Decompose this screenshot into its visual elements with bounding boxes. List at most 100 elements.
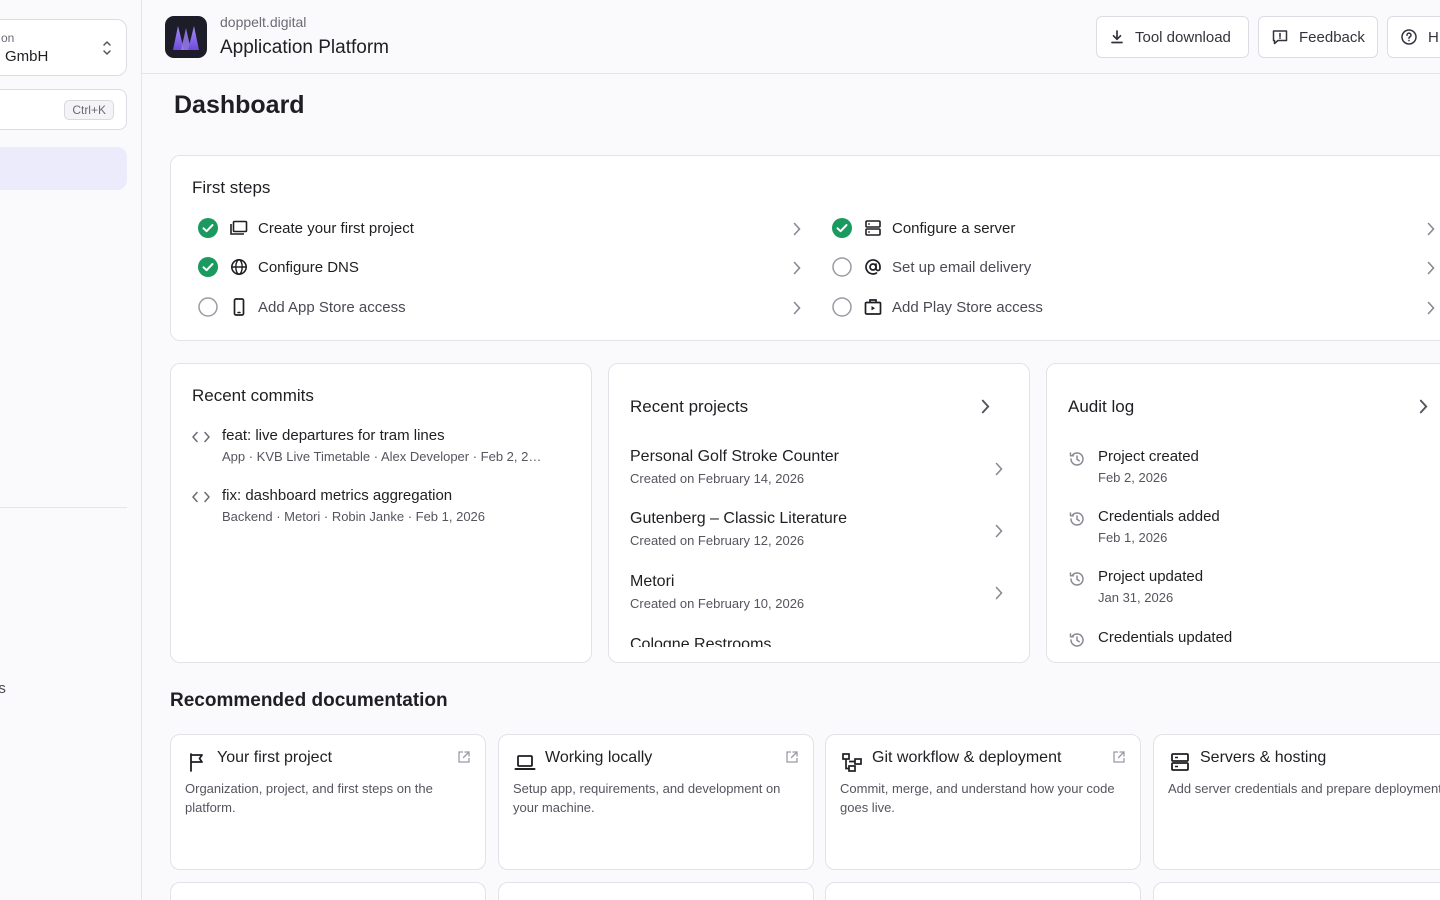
audit-date: Feb 1, 2026 — [1098, 530, 1168, 545]
help-label: H — [1428, 28, 1439, 46]
tool-download-button[interactable]: Tool download — [1096, 16, 1249, 58]
sidebar-divider — [0, 507, 127, 508]
step-label: Configure a server — [892, 219, 1016, 237]
project-name: Metori — [630, 573, 675, 590]
step-label: Set up email delivery — [892, 258, 1032, 276]
empty-circle-icon — [198, 297, 218, 317]
feedback-button[interactable]: Feedback — [1258, 16, 1378, 58]
code-icon — [192, 431, 210, 443]
sidebar-search[interactable]: Ctrl+K — [0, 89, 127, 130]
help-circle-icon — [1401, 29, 1417, 45]
doc-title: Git workflow & deployment — [872, 749, 1062, 766]
flag-icon — [190, 753, 203, 772]
step-email-delivery[interactable]: Set up email delivery — [832, 255, 1031, 279]
project-item[interactable]: Metori Created on February 10, 2026 — [630, 573, 1010, 611]
chevron-right-icon[interactable] — [995, 462, 1003, 476]
doc-card-row2[interactable] — [498, 882, 814, 900]
step-play-store[interactable]: Add Play Store access — [832, 295, 1043, 319]
external-link-icon — [1113, 751, 1125, 763]
audit-title: Credentials added — [1098, 508, 1220, 525]
doc-description: Add server credentials and prepare deplo… — [1168, 781, 1440, 796]
project-date: Created on February 14, 2026 — [630, 471, 805, 486]
check-circle-icon — [832, 218, 852, 238]
chevron-right-icon[interactable] — [1427, 222, 1435, 236]
chevron-right-icon[interactable] — [1427, 301, 1435, 315]
doc-title: Your first project — [217, 749, 333, 766]
chevron-right-icon[interactable] — [995, 524, 1003, 538]
commit-title: feat: live departures for tram lines — [222, 427, 445, 444]
project-date: Created on February 10, 2026 — [630, 596, 805, 611]
feedback-icon — [1272, 30, 1288, 45]
feedback-label: Feedback — [1299, 28, 1365, 46]
sidebar-item-settings[interactable]: ttings — [0, 680, 6, 697]
doc-card-row2[interactable] — [170, 882, 486, 900]
chevron-up-down-icon — [103, 41, 111, 55]
project-item[interactable]: Gutenberg – Classic Literature Created o… — [630, 510, 1010, 548]
top-header: doppelt.digital Application Platform Too… — [142, 0, 1440, 74]
project-date: Created on February 12, 2026 — [630, 533, 805, 548]
doc-card-git-workflow[interactable]: Git workflow & deployment Commit, merge,… — [825, 734, 1141, 870]
chevron-right-icon[interactable] — [995, 586, 1003, 600]
help-button[interactable]: H — [1387, 16, 1440, 58]
step-create-project[interactable]: Create your first project — [198, 216, 414, 240]
chevron-right-icon[interactable] — [1427, 261, 1435, 275]
doc-card-working-locally[interactable]: Working locally Setup app, requirements,… — [498, 734, 814, 870]
step-app-store[interactable]: Add App Store access — [198, 295, 406, 319]
commit-meta: App · KVB Live Timetable · Alex Develope… — [222, 449, 542, 464]
external-link-icon — [786, 751, 798, 763]
laptop-icon — [514, 755, 536, 770]
step-configure-server[interactable]: Configure a server — [832, 216, 1015, 240]
chevron-right-icon[interactable] — [793, 301, 801, 315]
recent-commits-title: Recent commits — [192, 386, 314, 405]
recommended-documentation-title: Recommended documentation — [170, 690, 448, 711]
history-icon — [1069, 512, 1084, 526]
doc-title: Working locally — [545, 749, 653, 766]
step-label: Create your first project — [258, 219, 414, 237]
project-item[interactable]: Personal Golf Stroke Counter Created on … — [630, 448, 1010, 486]
app-logo-mark — [173, 26, 199, 50]
keyboard-shortcut-badge: Ctrl+K — [64, 100, 114, 120]
check-circle-icon — [198, 218, 218, 238]
app-logo — [165, 16, 207, 58]
sidebar: on GmbH Ctrl+K ttings — [0, 0, 142, 900]
audit-date: Feb 2, 2026 — [1098, 470, 1168, 485]
organization-label: on — [1, 31, 15, 45]
check-circle-icon — [198, 257, 218, 277]
brand-subtitle: doppelt.digital — [220, 14, 307, 30]
store-bag-icon — [864, 299, 882, 315]
doc-card-row2[interactable] — [1153, 882, 1440, 900]
chevron-right-icon[interactable] — [793, 261, 801, 275]
audit-log-card: Audit log Project created Feb 2, 2026 Cr… — [1046, 363, 1440, 663]
server-icon — [1171, 753, 1189, 771]
page-title: Dashboard — [174, 91, 305, 119]
audit-date: Jan 31, 2026 — [1098, 590, 1174, 605]
step-configure-dns[interactable]: Configure DNS — [198, 255, 359, 279]
doc-description: Commit, merge, and understand how your c… — [840, 781, 1115, 815]
brand-title: Application Platform — [220, 37, 389, 58]
doc-description: Setup app, requirements, and development… — [513, 781, 781, 815]
sidebar-item-dashboard[interactable] — [0, 147, 127, 190]
chevron-right-icon[interactable] — [1419, 399, 1428, 414]
step-label: Add App Store access — [258, 298, 406, 316]
doc-card-row2[interactable] — [825, 882, 1141, 900]
doc-card-servers-hosting[interactable]: Servers & hosting Add server credentials… — [1153, 734, 1440, 870]
empty-circle-icon — [832, 297, 852, 317]
doc-card-first-project[interactable]: Your first project Organization, project… — [170, 734, 486, 870]
doc-title: Servers & hosting — [1200, 749, 1327, 766]
doc-description: Organization, project, and first steps o… — [185, 781, 433, 815]
commit-title: fix: dashboard metrics aggregation — [222, 487, 453, 504]
server-icon — [865, 220, 881, 236]
project-item-clipped[interactable]: Cologne Restrooms — [630, 636, 1010, 647]
organization-switcher[interactable]: on GmbH — [0, 19, 127, 76]
audit-title: Project updated — [1098, 568, 1204, 585]
history-icon — [1069, 633, 1084, 647]
recent-commits-card: Recent commits feat: live departures for… — [170, 363, 592, 663]
organization-name: GmbH — [5, 48, 49, 65]
empty-circle-icon — [832, 257, 852, 277]
project-name: Personal Golf Stroke Counter — [630, 448, 839, 465]
history-icon — [1069, 572, 1084, 586]
chevron-right-icon[interactable] — [981, 399, 990, 414]
folders-icon — [230, 220, 248, 235]
history-icon — [1069, 452, 1084, 466]
chevron-right-icon[interactable] — [793, 222, 801, 236]
